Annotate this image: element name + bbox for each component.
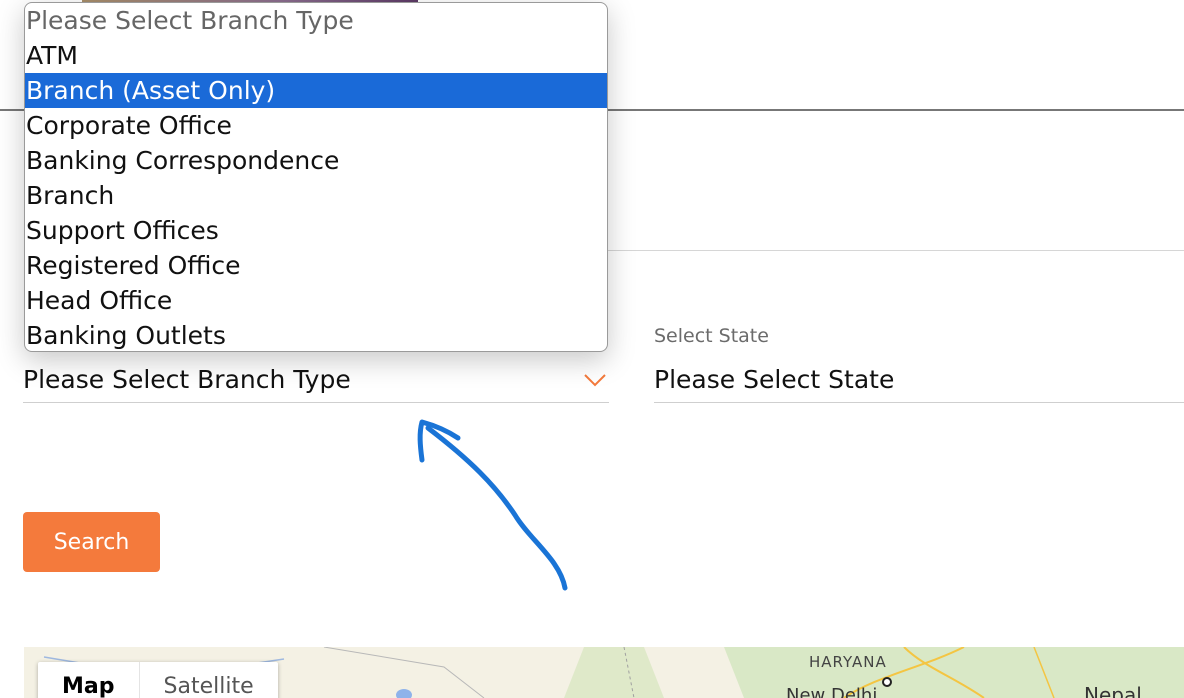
dropdown-option[interactable]: ATM bbox=[25, 38, 607, 73]
chevron-down-icon bbox=[584, 373, 606, 386]
dropdown-option[interactable]: Registered Office bbox=[25, 248, 607, 283]
dropdown-option[interactable]: Corporate Office bbox=[25, 108, 607, 143]
dropdown-option[interactable]: Banking Correspondence bbox=[25, 143, 607, 178]
map-label-new-delhi: New Delhi bbox=[786, 685, 878, 698]
state-value: Please Select State bbox=[654, 365, 895, 394]
state-select[interactable]: Please Select State bbox=[654, 357, 1184, 403]
branch-type-options: Please Select Branch Type ATM Branch (Asse… bbox=[25, 3, 607, 351]
map-tab-map[interactable]: Map bbox=[38, 662, 139, 698]
map[interactable]: HARYANA New Delhi Nepal Map Satellite bbox=[24, 647, 1184, 698]
dropdown-option-placeholder[interactable]: Please Select Branch Type bbox=[25, 3, 607, 38]
page: Please Select Branch Type Select State P… bbox=[0, 0, 1184, 698]
dropdown-option[interactable]: Banking Outlets bbox=[25, 318, 607, 351]
dropdown-option[interactable]: Branch bbox=[25, 178, 607, 213]
branch-type-select[interactable]: Please Select Branch Type bbox=[23, 357, 609, 403]
map-tab-satellite[interactable]: Satellite bbox=[138, 662, 278, 698]
map-type-tabs: Map Satellite bbox=[38, 662, 278, 698]
branch-type-dropdown[interactable]: Please Select Branch Type ATM Branch (Asse… bbox=[24, 2, 608, 352]
map-label-haryana: HARYANA bbox=[809, 653, 887, 671]
map-label-nepal: Nepal bbox=[1084, 683, 1142, 698]
dropdown-option[interactable]: Support Offices bbox=[25, 213, 607, 248]
dropdown-option[interactable]: Head Office bbox=[25, 283, 607, 318]
search-button[interactable]: Search bbox=[23, 512, 160, 572]
dropdown-option[interactable]: Branch (Asset Only) bbox=[25, 73, 607, 108]
state-label: Select State bbox=[654, 325, 769, 347]
map-city-marker bbox=[882, 677, 892, 687]
branch-type-value: Please Select Branch Type bbox=[23, 365, 351, 394]
